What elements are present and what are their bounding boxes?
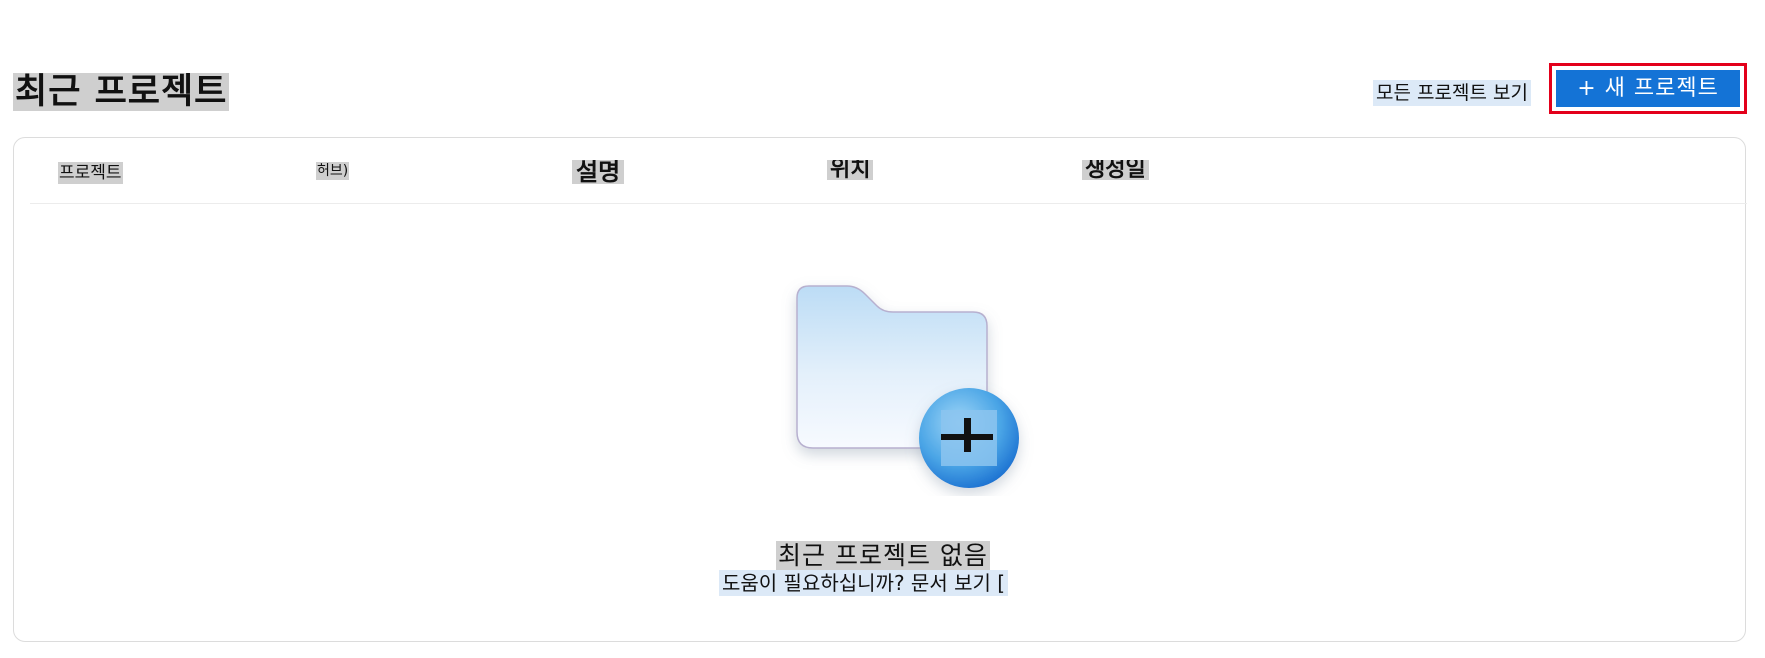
recent-projects-page: 최근 프로젝트 모든 프로젝트 보기 + 새 프로젝트 프로젝트 허브) 설명 … bbox=[0, 0, 1765, 658]
help-documentation-link[interactable]: 도움이 필요하십니까? 문서 보기 [ bbox=[719, 570, 1009, 596]
column-header-description[interactable]: 설명 bbox=[572, 160, 625, 184]
view-all-projects-link[interactable]: 모든 프로젝트 보기 bbox=[1373, 80, 1531, 106]
projects-table-card: 프로젝트 허브) 설명 위치 생성일 최근 프로젝트 없음 도움이 필요하십니까… bbox=[13, 137, 1747, 642]
page-title: 최근 프로젝트 bbox=[13, 72, 230, 112]
new-project-button[interactable]: + 새 프로젝트 bbox=[1556, 70, 1740, 107]
new-project-highlight: + 새 프로젝트 bbox=[1549, 63, 1747, 114]
column-header-hub[interactable]: 허브) bbox=[316, 162, 350, 180]
column-header-location[interactable]: 위치 bbox=[827, 160, 874, 180]
folder-add-icon bbox=[796, 285, 1019, 488]
table-header: 프로젝트 허브) 설명 위치 생성일 bbox=[30, 138, 1747, 204]
column-header-project[interactable]: 프로젝트 bbox=[58, 162, 123, 184]
empty-state-title: 최근 프로젝트 없음 bbox=[776, 541, 990, 571]
column-header-created-date[interactable]: 생성일 bbox=[1082, 160, 1149, 180]
